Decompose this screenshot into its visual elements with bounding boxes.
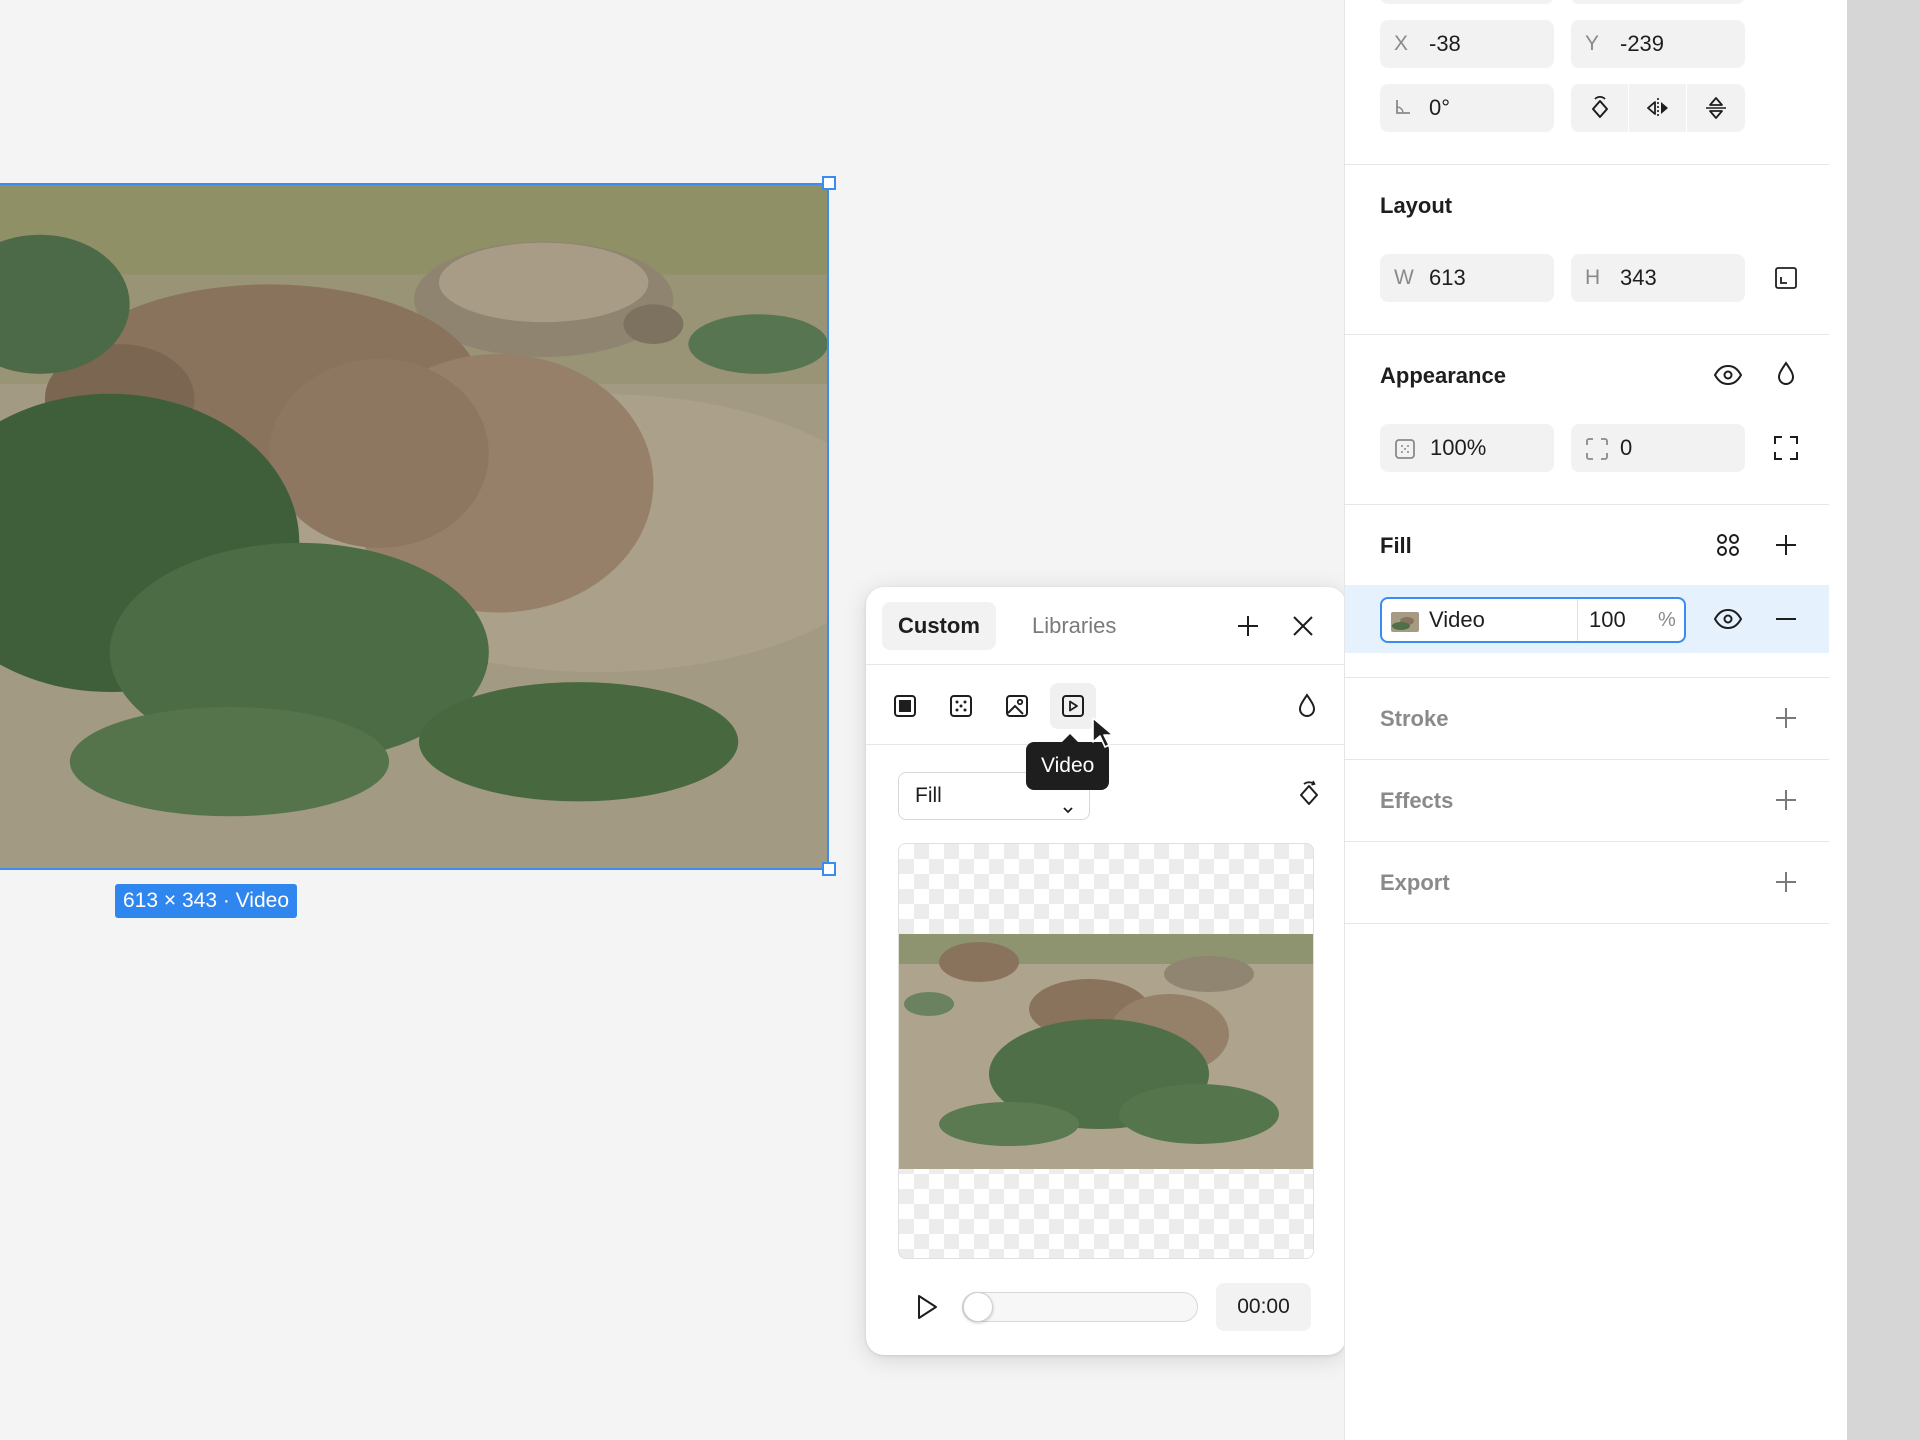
section-title-fill: Fill bbox=[1380, 533, 1412, 558]
x-label: X bbox=[1394, 32, 1409, 55]
fill-opacity-value[interactable]: 100 bbox=[1589, 599, 1626, 641]
clipped-field bbox=[1380, 0, 1554, 4]
properties-panel: X -38 Y -239 0° Layout W 613 H 343 Appea… bbox=[1344, 0, 1847, 1440]
x-value: -38 bbox=[1429, 31, 1461, 56]
fill-mode-value: Fill bbox=[915, 784, 942, 807]
tab-custom[interactable]: Custom bbox=[882, 602, 996, 650]
fill-layer-input[interactable]: Video 100 % bbox=[1380, 597, 1686, 643]
section-title-effects: Effects bbox=[1380, 788, 1454, 813]
window-edge bbox=[1847, 0, 1920, 1440]
chevron-down-icon bbox=[1061, 788, 1075, 834]
w-value: 613 bbox=[1429, 265, 1466, 290]
transform-buttons bbox=[1571, 84, 1745, 132]
angle-icon bbox=[1394, 98, 1412, 116]
video-thumbnail-image bbox=[899, 934, 1313, 1169]
section-divider bbox=[1345, 164, 1829, 165]
h-value: 343 bbox=[1620, 265, 1657, 290]
independent-corners-icon[interactable] bbox=[1769, 431, 1803, 465]
resize-handle-bottom-right[interactable] bbox=[822, 862, 836, 876]
h-label: H bbox=[1585, 266, 1601, 289]
eye-icon[interactable] bbox=[1711, 602, 1745, 636]
corner-radius-icon bbox=[1585, 437, 1609, 461]
add-icon[interactable] bbox=[1231, 609, 1265, 643]
blend-mode-icon[interactable] bbox=[1769, 357, 1803, 391]
play-icon[interactable] bbox=[902, 1283, 950, 1331]
y-position-field[interactable]: Y -239 bbox=[1571, 20, 1745, 68]
opacity-icon bbox=[1394, 438, 1416, 460]
section-title-appearance: Appearance bbox=[1380, 363, 1506, 388]
width-field[interactable]: W 613 bbox=[1380, 254, 1554, 302]
selected-video-layer[interactable] bbox=[0, 183, 829, 870]
section-divider bbox=[1345, 504, 1829, 505]
corner-radius-field[interactable]: 0 bbox=[1571, 424, 1745, 472]
styles-grid-icon[interactable] bbox=[1711, 528, 1745, 562]
add-stroke-icon[interactable] bbox=[1769, 701, 1803, 735]
fill-layer-row[interactable]: Video 100 % bbox=[1345, 585, 1829, 653]
section-divider bbox=[1345, 841, 1829, 842]
section-divider bbox=[1345, 334, 1829, 335]
section-title-stroke: Stroke bbox=[1380, 706, 1449, 731]
resize-handle-top-right[interactable] bbox=[822, 176, 836, 190]
video-fill-icon[interactable] bbox=[1050, 683, 1096, 729]
x-position-field[interactable]: X -38 bbox=[1380, 20, 1554, 68]
add-export-icon[interactable] bbox=[1769, 865, 1803, 899]
section-title-export: Export bbox=[1380, 870, 1450, 895]
gradient-fill-icon[interactable] bbox=[938, 683, 984, 729]
tab-libraries[interactable]: Libraries bbox=[1016, 602, 1132, 650]
fill-picker-popover: Custom Libraries Fill 00:00 bbox=[866, 587, 1346, 1355]
playback-scrubber[interactable] bbox=[962, 1292, 1198, 1322]
section-title-layout: Layout bbox=[1380, 193, 1453, 218]
selection-size-badge: 613 × 343 · Video bbox=[115, 884, 298, 918]
mouse-pointer-icon bbox=[1092, 717, 1114, 748]
rotation-value: 0° bbox=[1429, 95, 1451, 120]
opacity-value: 100% bbox=[1430, 435, 1487, 460]
popover-header: Custom Libraries bbox=[866, 587, 1346, 665]
section-divider bbox=[1345, 923, 1829, 924]
height-field[interactable]: H 343 bbox=[1571, 254, 1745, 302]
add-effect-icon[interactable] bbox=[1769, 783, 1803, 817]
fill-opacity-unit: % bbox=[1658, 609, 1676, 631]
rotation-field[interactable]: 0° bbox=[1380, 84, 1554, 132]
section-divider bbox=[1345, 759, 1829, 760]
opacity-field[interactable]: 100% bbox=[1380, 424, 1554, 472]
y-value: -239 bbox=[1620, 31, 1665, 56]
video-thumbnail-swatch[interactable] bbox=[1391, 612, 1419, 632]
video-preview bbox=[898, 843, 1314, 1259]
section-divider bbox=[1345, 677, 1829, 678]
clipped-field bbox=[1571, 0, 1745, 4]
y-label: Y bbox=[1585, 32, 1600, 55]
rotate-90-icon[interactable] bbox=[1571, 84, 1629, 132]
eye-icon[interactable] bbox=[1711, 358, 1745, 392]
add-fill-icon[interactable] bbox=[1769, 528, 1803, 562]
corner-radius-value: 0 bbox=[1620, 435, 1633, 460]
image-fill-icon[interactable] bbox=[994, 683, 1040, 729]
playback-time: 00:00 bbox=[1216, 1283, 1311, 1331]
w-label: W bbox=[1394, 266, 1414, 289]
video-frame-image bbox=[0, 185, 827, 868]
blend-mode-icon[interactable] bbox=[1284, 683, 1330, 729]
field-separator bbox=[1577, 599, 1578, 641]
remove-fill-icon[interactable] bbox=[1769, 602, 1803, 636]
scrubber-handle[interactable] bbox=[963, 1292, 993, 1322]
flip-horizontal-icon[interactable] bbox=[1629, 84, 1687, 132]
fill-layer-name: Video bbox=[1429, 607, 1485, 632]
close-icon[interactable] bbox=[1286, 609, 1320, 643]
rotate-icon[interactable] bbox=[1292, 778, 1326, 812]
flip-vertical-icon[interactable] bbox=[1687, 84, 1745, 132]
resize-to-fit-icon[interactable] bbox=[1769, 261, 1803, 295]
solid-fill-icon[interactable] bbox=[882, 683, 928, 729]
